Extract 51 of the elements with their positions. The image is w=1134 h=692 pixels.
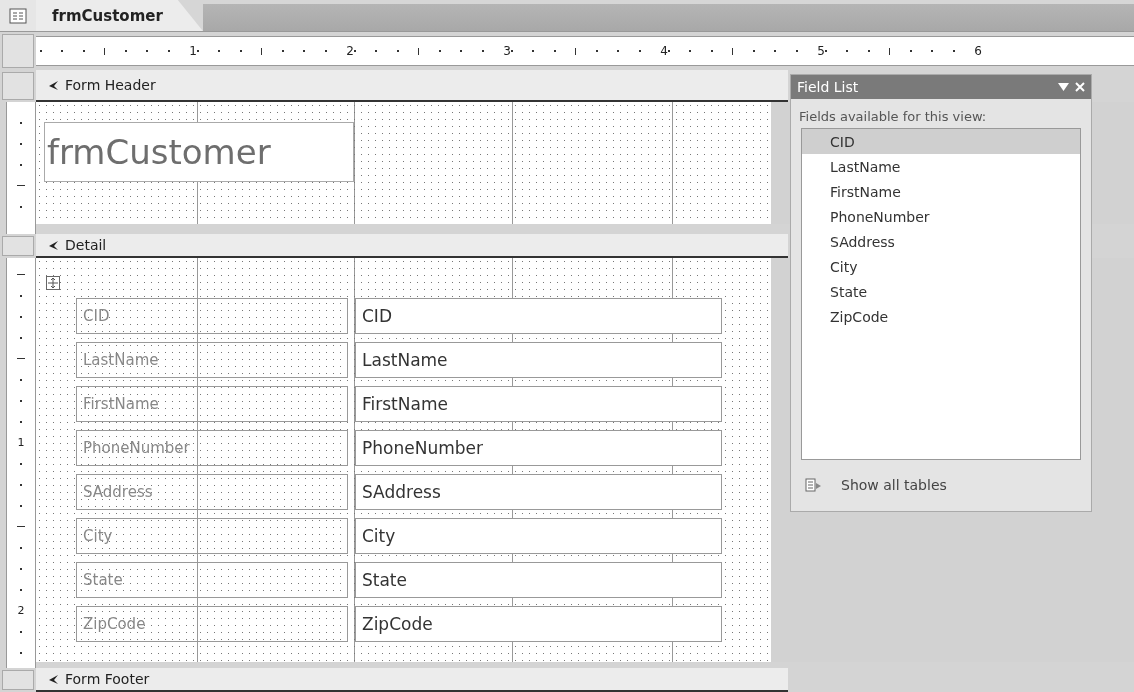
- section-bar[interactable]: Form Header: [36, 70, 788, 102]
- field-label[interactable]: FirstName: [76, 386, 348, 422]
- field-label[interactable]: LastName: [76, 342, 348, 378]
- text-box[interactable]: LastName: [355, 342, 722, 378]
- section-bar[interactable]: Detail: [36, 234, 788, 258]
- document-tab[interactable]: frmCustomer: [36, 0, 203, 31]
- section-collapse-icon[interactable]: [48, 239, 59, 251]
- field-list-item[interactable]: FirstName: [802, 179, 1080, 204]
- section-collapse-icon[interactable]: [48, 673, 59, 685]
- field-list-item[interactable]: City: [802, 254, 1080, 279]
- dropdown-icon[interactable]: [1058, 83, 1069, 91]
- ruler-number: 2: [346, 44, 354, 58]
- section-title: Detail: [65, 237, 107, 253]
- field-label[interactable]: CID: [76, 298, 348, 334]
- section-collapse-icon[interactable]: [48, 79, 59, 91]
- text-box[interactable]: ZipCode: [355, 606, 722, 642]
- ruler-number: 1: [17, 436, 25, 449]
- field-list-item[interactable]: CID: [802, 129, 1080, 154]
- field-label[interactable]: City: [76, 518, 348, 554]
- field-list-item[interactable]: ZipCode: [802, 304, 1080, 329]
- text-box[interactable]: City: [355, 518, 722, 554]
- field-list-item[interactable]: PhoneNumber: [802, 204, 1080, 229]
- panel-title: Field List: [797, 79, 859, 95]
- section-title: Form Header: [65, 77, 156, 93]
- ruler-number: 5: [817, 44, 825, 58]
- text-box[interactable]: CID: [355, 298, 722, 334]
- form-title-label[interactable]: frmCustomer: [44, 122, 354, 182]
- panel-subtitle: Fields available for this view:: [798, 108, 988, 126]
- section-bar[interactable]: Form Footer: [36, 668, 788, 692]
- tables-icon: [805, 476, 823, 494]
- text-box[interactable]: State: [355, 562, 722, 598]
- field-label[interactable]: SAddress: [76, 474, 348, 510]
- field-list-item[interactable]: LastName: [802, 154, 1080, 179]
- form-icon: [9, 7, 27, 24]
- layout-selector-icon[interactable]: [46, 276, 60, 290]
- ruler-number: 6: [974, 44, 982, 58]
- ruler-number: 3: [503, 44, 511, 58]
- ruler-number: 1: [189, 44, 197, 58]
- field-label[interactable]: PhoneNumber: [76, 430, 348, 466]
- field-label[interactable]: State: [76, 562, 348, 598]
- text-box[interactable]: FirstName: [355, 386, 722, 422]
- text-box[interactable]: PhoneNumber: [355, 430, 722, 466]
- section-title: Form Footer: [65, 671, 150, 687]
- close-icon[interactable]: [1075, 82, 1085, 92]
- field-list-item[interactable]: State: [802, 279, 1080, 304]
- ruler-number: 4: [660, 44, 668, 58]
- show-all-tables-link[interactable]: Show all tables: [841, 477, 947, 493]
- field-label[interactable]: ZipCode: [76, 606, 348, 642]
- text-box[interactable]: SAddress: [355, 474, 722, 510]
- field-list-item[interactable]: SAddress: [802, 229, 1080, 254]
- ruler-number: 2: [17, 604, 25, 617]
